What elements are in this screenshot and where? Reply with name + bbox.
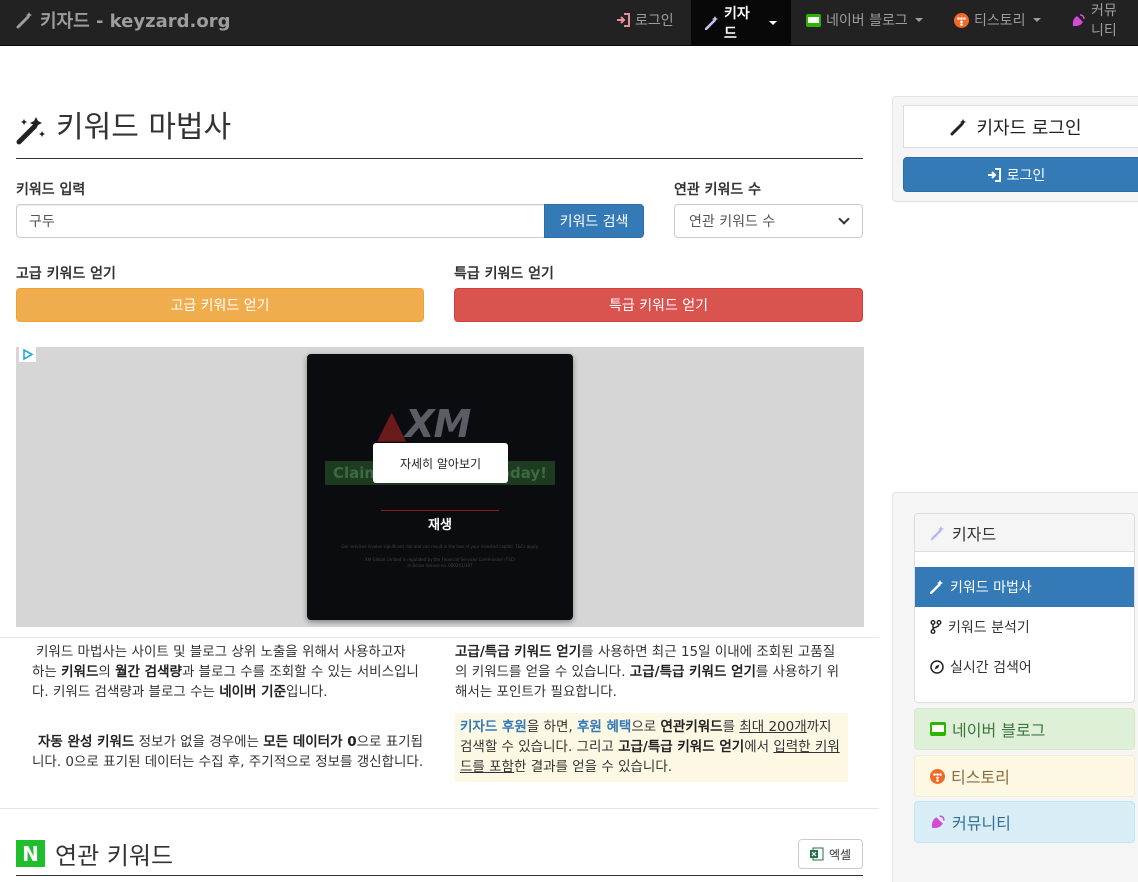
sidebar-item-realtime-search[interactable]: 실시간 검색어 — [915, 647, 1134, 687]
keyzard-panel-header[interactable]: 키자드 — [915, 514, 1134, 552]
related-count-selected: 연관 키워드 수 — [689, 214, 776, 230]
sidebar-login-label: 로그인 — [1006, 167, 1046, 184]
ad-logo: ▲XM — [377, 402, 471, 446]
premium-keyword-label: 고급 키워드 얻기 — [16, 266, 116, 282]
ad-card[interactable]: ▲XM Claim oday! 자세히 알아보기 재생 Our services… — [307, 354, 573, 620]
ad-logo-text: XM — [405, 402, 471, 446]
top-navbar: 키자드 - keyzard.org 로그인 키자드 네이버 블로그 티스토리 커… — [0, 0, 1138, 46]
caret-down-icon — [769, 20, 777, 25]
nav-community-label: 커뮤니티 — [1091, 3, 1117, 39]
code-fork-icon — [930, 620, 942, 634]
satellite-dish-icon — [930, 814, 946, 830]
magic-wand-icon — [930, 525, 946, 541]
community-panel-header[interactable]: 커뮤니티 — [915, 802, 1134, 842]
nav-tistory[interactable]: 티스토리 — [940, 0, 1055, 40]
excel-button-label: 엑셀 — [828, 847, 852, 862]
page-title-text: 키워드 마법사 — [56, 110, 232, 145]
description-paragraph-4: 키자드 후원을 하면, 후원 혜택으로 연관키워드를 최대 200개까지 검색할… — [460, 719, 840, 775]
compass-icon — [930, 660, 944, 674]
advertisement[interactable]: ▲XM Claim oday! 자세히 알아보기 재생 Our services… — [16, 347, 864, 627]
special-keyword-button[interactable]: 특급 키워드 얻기 — [454, 288, 863, 322]
tistory-panel-title: 티스토리 — [951, 768, 1010, 787]
sidebar-item-label: 실시간 검색어 — [950, 660, 1032, 676]
nav-login-label: 로그인 — [635, 13, 674, 29]
description-paragraph-2: 자동 완성 키워드 정보가 없을 경우에는 모든 데이터가 0으로 표기됩니다.… — [32, 734, 424, 770]
nav-login[interactable]: 로그인 — [602, 0, 688, 40]
sidebar-item-keyword-analyzer[interactable]: 키워드 분석기 — [915, 607, 1134, 647]
ad-play-button[interactable]: 재생 — [307, 514, 573, 533]
nav-naver-blog-label: 네이버 블로그 — [826, 13, 908, 29]
sidebar-item-label: 키워드 분석기 — [948, 620, 1030, 636]
sign-in-icon — [987, 167, 1001, 182]
nav-naver-blog[interactable]: 네이버 블로그 — [792, 0, 937, 40]
naver-blog-panel[interactable]: 네이버 블로그 — [914, 708, 1135, 750]
naver-n-icon: N — [16, 840, 45, 867]
tistory-icon — [954, 12, 969, 28]
satellite-dish-icon — [1071, 13, 1086, 28]
sidebar-login-button[interactable]: 로그인 — [903, 157, 1138, 192]
related-keywords-title: 연관 키워드 — [55, 842, 174, 870]
brand-link[interactable]: 키자드 - keyzard.org — [16, 8, 230, 32]
description-paragraph-3: 고급/특급 키워드 얻기를 사용하면 최근 15일 이내에 조회된 고품질의 키… — [455, 644, 840, 700]
chevron-down-icon — [838, 213, 850, 225]
nav-keyzard[interactable]: 키자드 — [691, 0, 791, 45]
sidebar-item-keyword-wizard[interactable]: 키워드 마법사 — [915, 567, 1134, 607]
keyword-search-button[interactable]: 키워드 검색 — [544, 204, 644, 238]
naver-blog-icon — [806, 13, 821, 27]
tistory-panel[interactable]: 티스토리 — [914, 755, 1135, 797]
excel-icon — [809, 847, 824, 861]
community-panel[interactable]: 커뮤니티 — [914, 801, 1135, 843]
premium-keyword-button[interactable]: 고급 키워드 얻기 — [16, 288, 424, 322]
community-panel-title: 커뮤니티 — [952, 814, 1011, 833]
magic-wand-icon — [16, 115, 46, 145]
sidebar-login-title: 키자드 로그인 — [976, 117, 1082, 139]
related-count-label: 연관 키워드 수 — [674, 182, 762, 198]
excel-export-button[interactable]: 엑셀 — [798, 839, 863, 869]
tistory-icon — [930, 768, 945, 784]
naver-blog-panel-header[interactable]: 네이버 블로그 — [915, 709, 1134, 749]
ad-logo-mark: ▲ — [377, 402, 406, 446]
description-paragraph-1: 키워드 마법사는 사이트 및 블로그 상위 노출을 위해서 사용하고자 하는 키… — [32, 644, 419, 700]
ad-divider — [381, 510, 499, 511]
sidebar-login-header: 키자드 로그인 — [903, 105, 1138, 148]
sidebar-item-label: 키워드 마법사 — [950, 580, 1032, 596]
ad-disclaimer: Our services involve significant risk an… — [341, 544, 539, 549]
nav-keyzard-label: 키자드 — [724, 5, 750, 42]
naver-blog-panel-title: 네이버 블로그 — [952, 721, 1046, 740]
special-keyword-label: 특급 키워드 얻기 — [454, 266, 554, 282]
ad-learn-more-button[interactable]: 자세히 알아보기 — [373, 443, 508, 483]
adchoices-icon[interactable] — [19, 347, 36, 362]
magic-wand-icon — [705, 15, 719, 30]
magic-wand-icon — [16, 11, 34, 29]
magic-wand-icon — [950, 118, 968, 136]
caret-down-icon — [914, 18, 923, 22]
sign-in-icon — [616, 13, 630, 27]
ad-license: in Belize license no. 000261/397 — [407, 563, 473, 568]
nav-tistory-label: 티스토리 — [974, 13, 1026, 29]
nav-community[interactable]: 커뮤니티 — [1057, 0, 1138, 40]
magic-wand-icon — [930, 580, 944, 594]
keyzard-panel-title: 키자드 — [952, 524, 997, 544]
page-title: 키워드 마법사 — [16, 106, 863, 159]
naver-blog-icon — [930, 722, 946, 736]
brand-text: 키자드 - keyzard.org — [40, 11, 231, 32]
keyzard-panel: 키자드 키워드 마법사 키워드 분석기 실시간 검색어 — [914, 513, 1135, 703]
caret-down-icon — [1032, 18, 1041, 22]
tistory-panel-header[interactable]: 티스토리 — [915, 756, 1134, 796]
related-keywords-heading: N 연관 키워드 — [16, 832, 863, 876]
keyword-input-label: 키워드 입력 — [16, 182, 86, 198]
keyword-input[interactable] — [16, 204, 545, 238]
related-count-select[interactable]: 연관 키워드 수 — [674, 204, 863, 238]
